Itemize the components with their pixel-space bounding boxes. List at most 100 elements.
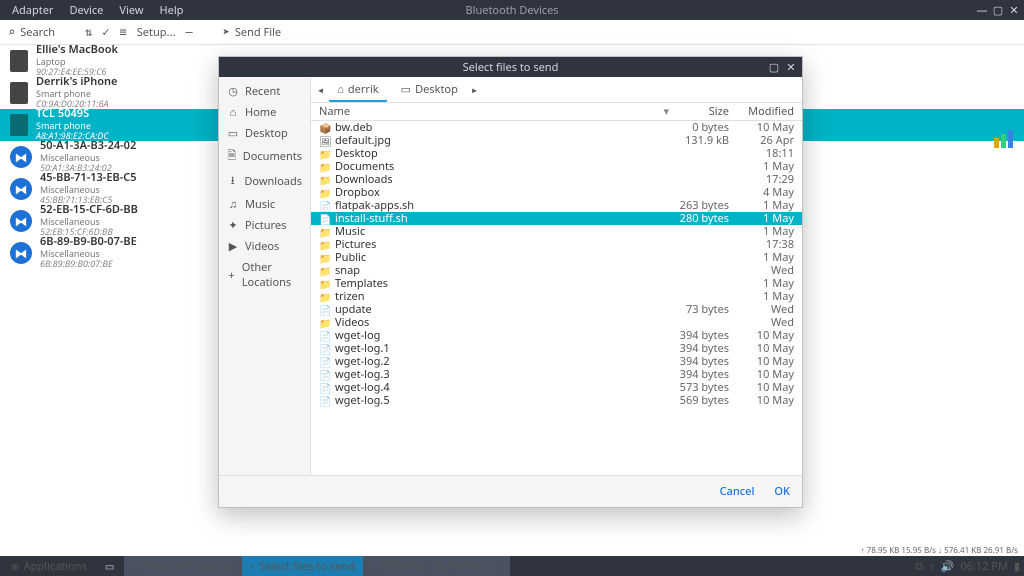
tray-volume-icon[interactable]: 🔊	[941, 559, 955, 574]
bluetooth-icon: ⧓	[10, 210, 32, 232]
sort-icon[interactable]: ⇅	[85, 25, 92, 39]
dialog-close-icon[interactable]: ✕	[784, 60, 798, 74]
task-icon: ▫	[132, 559, 136, 574]
tray-network-icon[interactable]: ↕	[929, 559, 935, 574]
sidebar-item-videos[interactable]: ▶ Videos	[219, 236, 310, 257]
minimize-icon[interactable]: —	[976, 4, 988, 16]
check-icon[interactable]: ✓	[102, 25, 109, 39]
col-name[interactable]: Name	[319, 104, 663, 119]
file-icon: 🖼	[319, 134, 331, 148]
bluetooth-icon: ⧓	[10, 178, 32, 200]
bluetooth-icon: ⧓	[10, 242, 32, 264]
applications-menu[interactable]: ⊞Applications	[4, 556, 95, 576]
file-icon: 📄	[319, 212, 331, 226]
tray-user-icon[interactable]: ▮	[1014, 559, 1020, 574]
sidebar-item-home[interactable]: ⌂Home	[219, 102, 310, 123]
file-size: 73 bytes	[669, 302, 729, 317]
sidebar-item-label: Other Locations	[242, 260, 302, 290]
task-label: Select files to send	[259, 559, 355, 574]
network-indicator: ↑ 78.95 KB 15.95 B/s ↓ 576.41 KB 26.91 B…	[861, 545, 1018, 556]
toolbar: ⌕Search ⇅ ✓ ≡ Setup... — ➤Send File	[0, 20, 1024, 45]
cancel-button[interactable]: Cancel	[720, 484, 755, 499]
dialog-titlebar: Select files to send ▢✕	[219, 57, 802, 77]
path-bar[interactable]: ◂ ⌂derrik ▭Desktop ▸	[311, 77, 802, 103]
close-icon[interactable]: ✕	[1008, 4, 1020, 16]
file-icon: 📦	[319, 121, 331, 135]
sidebar-item-downloads[interactable]: ⭳Downloads	[219, 169, 310, 194]
search-button[interactable]: ⌕Search	[8, 25, 55, 40]
sidebar-item-other-locations[interactable]: + Other Locations	[219, 257, 310, 293]
dialog-maximize-icon[interactable]: ▢	[767, 60, 781, 74]
bluetooth-icon: ⧓	[10, 146, 32, 168]
list-icon[interactable]: ≡	[120, 25, 127, 39]
task-button[interactable]: ▫Terminal - derrik@kab...	[363, 556, 511, 576]
menu-view[interactable]: View	[111, 3, 151, 18]
col-modified[interactable]: Modified	[739, 104, 794, 119]
sidebar-item-label: Desktop	[245, 126, 288, 141]
path-segment-home[interactable]: ⌂derrik	[328, 78, 387, 102]
other locations-icon: +	[227, 268, 236, 283]
file-icon: 📁	[319, 160, 331, 174]
sidebar-item-label: Music	[245, 197, 275, 212]
file-icon: 📄	[319, 368, 331, 382]
file-icon: 📄	[319, 199, 331, 213]
file-modified: 10 May	[739, 393, 794, 408]
taskbar[interactable]: ⊞Applications ▭ ▫Bluetooth Devices▫Selec…	[0, 556, 1024, 576]
task-icon: ▫	[250, 559, 254, 574]
desktop-icon: ▭	[227, 126, 239, 141]
home-icon: ⌂	[227, 105, 239, 120]
sidebar-item-documents[interactable]: 🗎Documents	[219, 144, 310, 169]
path-forward-icon[interactable]: ▸	[471, 83, 478, 97]
file-icon: 📁	[319, 147, 331, 161]
col-size[interactable]: Size	[669, 104, 729, 119]
path-back-icon[interactable]: ◂	[317, 83, 324, 97]
file-name: wget-log.5	[335, 393, 669, 408]
task-button[interactable]: ▫ Select files to send	[242, 556, 363, 576]
task-label: Terminal - derrik@kab...	[380, 559, 503, 574]
sidebar-item-music[interactable]: ♫ Music	[219, 194, 310, 215]
music-icon: ♫	[227, 197, 239, 212]
remove-icon[interactable]: —	[185, 25, 192, 39]
dialog-title: Select files to send	[463, 60, 559, 75]
sidebar-item-recent[interactable]: ◷Recent	[219, 81, 310, 102]
home-icon: ⌂	[337, 82, 344, 97]
path-segment-desktop[interactable]: ▭Desktop	[392, 78, 467, 101]
file-icon: 📁	[319, 238, 331, 252]
places-sidebar[interactable]: ◷Recent⌂Home ▭ Desktop 🗎Documents⭳Downloads…	[219, 77, 311, 475]
task-button[interactable]: ▫Bluetooth Devices	[124, 556, 242, 576]
file-icon: 📁	[319, 277, 331, 291]
file-icon: 📁	[319, 186, 331, 200]
file-icon: 📁	[319, 225, 331, 239]
maximize-icon[interactable]: ▢	[992, 4, 1004, 16]
file-icon: 📁	[319, 290, 331, 304]
desktop-icon: ▭	[401, 82, 411, 97]
file-row[interactable]: 📄wget-log.5569 bytes10 May	[311, 394, 802, 407]
ok-button[interactable]: OK	[774, 484, 790, 499]
send-file-button[interactable]: ➤Send File	[223, 25, 282, 40]
sidebar-item-pictures[interactable]: ✦Pictures	[219, 215, 310, 236]
search-icon: ⌕	[8, 25, 15, 39]
sidebar-item-label: Pictures	[245, 218, 286, 233]
file-icon: 📁	[319, 173, 331, 187]
sidebar-item-label: Videos	[245, 239, 279, 254]
file-icon: 📁	[319, 251, 331, 265]
signal-bars-icon	[994, 130, 1016, 148]
workspace-icon[interactable]: ▭	[97, 556, 122, 576]
tray-dropbox-icon[interactable]: ⧉	[915, 559, 923, 574]
clock[interactable]: 06:12 PM	[960, 559, 1008, 574]
sidebar-item-desktop[interactable]: ▭ Desktop	[219, 123, 310, 144]
videos-icon: ▶	[227, 239, 239, 254]
file-icon: 📄	[319, 381, 331, 395]
file-chooser-dialog: Select files to send ▢✕ ◷Recent⌂Home ▭ Des…	[218, 56, 803, 508]
menu-device[interactable]: Device	[61, 3, 111, 18]
window-title: Bluetooth Devices	[457, 3, 566, 18]
menubar: Adapter Device View Help Bluetooth Devic…	[0, 0, 1024, 20]
file-size: 131.9 kB	[669, 133, 729, 148]
file-list[interactable]: 📦bw.deb0 bytes10 May🖼default.jpg131.9 kB…	[311, 121, 802, 475]
column-headers[interactable]: Name▾ Size Modified	[311, 103, 802, 121]
menu-help[interactable]: Help	[151, 3, 191, 18]
menu-adapter[interactable]: Adapter	[4, 3, 61, 18]
file-size: 569 bytes	[669, 393, 729, 408]
setup-button[interactable]: Setup...	[137, 25, 176, 40]
send-icon: ➤	[223, 25, 230, 39]
